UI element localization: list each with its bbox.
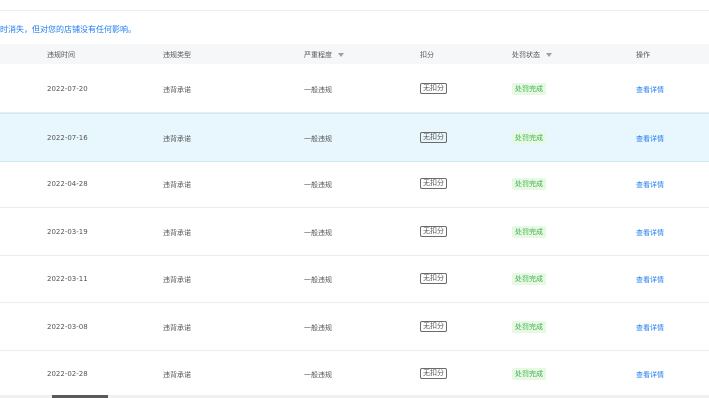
severity: 一般违规 — [304, 86, 332, 94]
table-row: 2022-07-20 违背承诺 一般违规 无扣分 处罚完成 查看详情 — [0, 65, 709, 113]
notice-text: 时消失，但对您的店铺没有任何影响。 — [0, 25, 136, 34]
status-badge: 处罚完成 — [512, 273, 546, 285]
table-row: 2022-03-08 违背承诺 一般违规 无扣分 处罚完成 查看详情 — [0, 303, 709, 351]
violation-type: 违背承诺 — [163, 134, 191, 143]
violation-type: 违背承诺 — [163, 228, 191, 237]
view-details-link[interactable]: 查看详情 — [636, 134, 664, 144]
table-row: 2022-02-28 违背承诺 一般违规 无扣分 处罚完成 查看详情 — [0, 350, 709, 398]
violation-type: 违背承诺 — [163, 371, 191, 379]
deduction-badge: 无扣分 — [420, 320, 447, 332]
deduction-badge: 无扣分 — [420, 83, 447, 94]
top-strip — [0, 0, 709, 11]
view-details-link[interactable]: 查看详情 — [636, 85, 664, 95]
violation-date: 2022-03-19 — [47, 227, 88, 236]
violation-date: 2022-02-28 — [47, 370, 88, 378]
severity: 一般违规 — [304, 181, 332, 189]
severity: 一般违规 — [304, 134, 332, 143]
header-actions: 操作 — [636, 51, 650, 59]
deduction-badge: 无扣分 — [420, 368, 447, 379]
violation-date: 2022-07-16 — [47, 133, 88, 142]
violation-type: 违背承诺 — [163, 323, 191, 332]
header-penalty-status-label: 处罚状态 — [512, 51, 540, 59]
severity: 一般违规 — [304, 371, 332, 379]
table-header: 违规时间 违规类型 严重程度 扣分 处罚状态 操作 — [0, 44, 709, 64]
header-violation-time: 违规时间 — [47, 51, 75, 59]
violation-type: 违背承诺 — [163, 181, 191, 189]
header-violation-type: 违规类型 — [163, 51, 191, 59]
view-details-link[interactable]: 查看详情 — [636, 323, 664, 333]
table-row: 2022-03-11 违背承诺 一般违规 无扣分 处罚完成 查看详情 — [0, 255, 709, 303]
violation-type: 违背承诺 — [163, 86, 191, 94]
deduction-badge: 无扣分 — [420, 273, 447, 284]
header-deduction: 扣分 — [420, 51, 434, 59]
violation-date: 2022-03-11 — [47, 275, 88, 283]
filter-icon[interactable] — [338, 53, 344, 57]
severity: 一般违规 — [304, 323, 332, 332]
severity: 一般违规 — [304, 228, 332, 237]
header-severity-label: 严重程度 — [304, 51, 332, 59]
violation-type: 违背承诺 — [163, 276, 191, 284]
status-badge: 处罚完成 — [512, 225, 546, 238]
status-badge: 处罚完成 — [512, 83, 546, 95]
view-details-link[interactable]: 查看详情 — [636, 180, 664, 190]
header-severity[interactable]: 严重程度 — [304, 50, 344, 60]
deduction-badge: 无扣分 — [420, 178, 447, 189]
view-details-link[interactable]: 查看详情 — [636, 370, 664, 380]
violation-date: 2022-07-20 — [47, 85, 88, 93]
deduction-badge: 无扣分 — [420, 131, 447, 143]
header-penalty-status[interactable]: 处罚状态 — [512, 50, 552, 60]
status-badge: 处罚完成 — [512, 368, 546, 380]
filter-icon[interactable] — [546, 53, 552, 57]
table-row: 2022-07-16 违背承诺 一般违规 无扣分 处罚完成 查看详情 — [0, 112, 709, 162]
status-badge: 处罚完成 — [512, 178, 546, 190]
violation-date: 2022-04-28 — [47, 180, 88, 188]
view-details-link[interactable]: 查看详情 — [636, 275, 664, 285]
table-row: 2022-04-28 违背承诺 一般违规 无扣分 处罚完成 查看详情 — [0, 160, 709, 208]
table-row: 2022-03-19 违背承诺 一般违规 无扣分 处罚完成 查看详情 — [0, 208, 709, 256]
view-details-link[interactable]: 查看详情 — [636, 228, 664, 238]
status-badge: 处罚完成 — [512, 131, 546, 144]
severity: 一般违规 — [304, 276, 332, 284]
status-badge: 处罚完成 — [512, 320, 546, 333]
violation-date: 2022-03-08 — [47, 322, 88, 331]
deduction-badge: 无扣分 — [420, 225, 447, 237]
